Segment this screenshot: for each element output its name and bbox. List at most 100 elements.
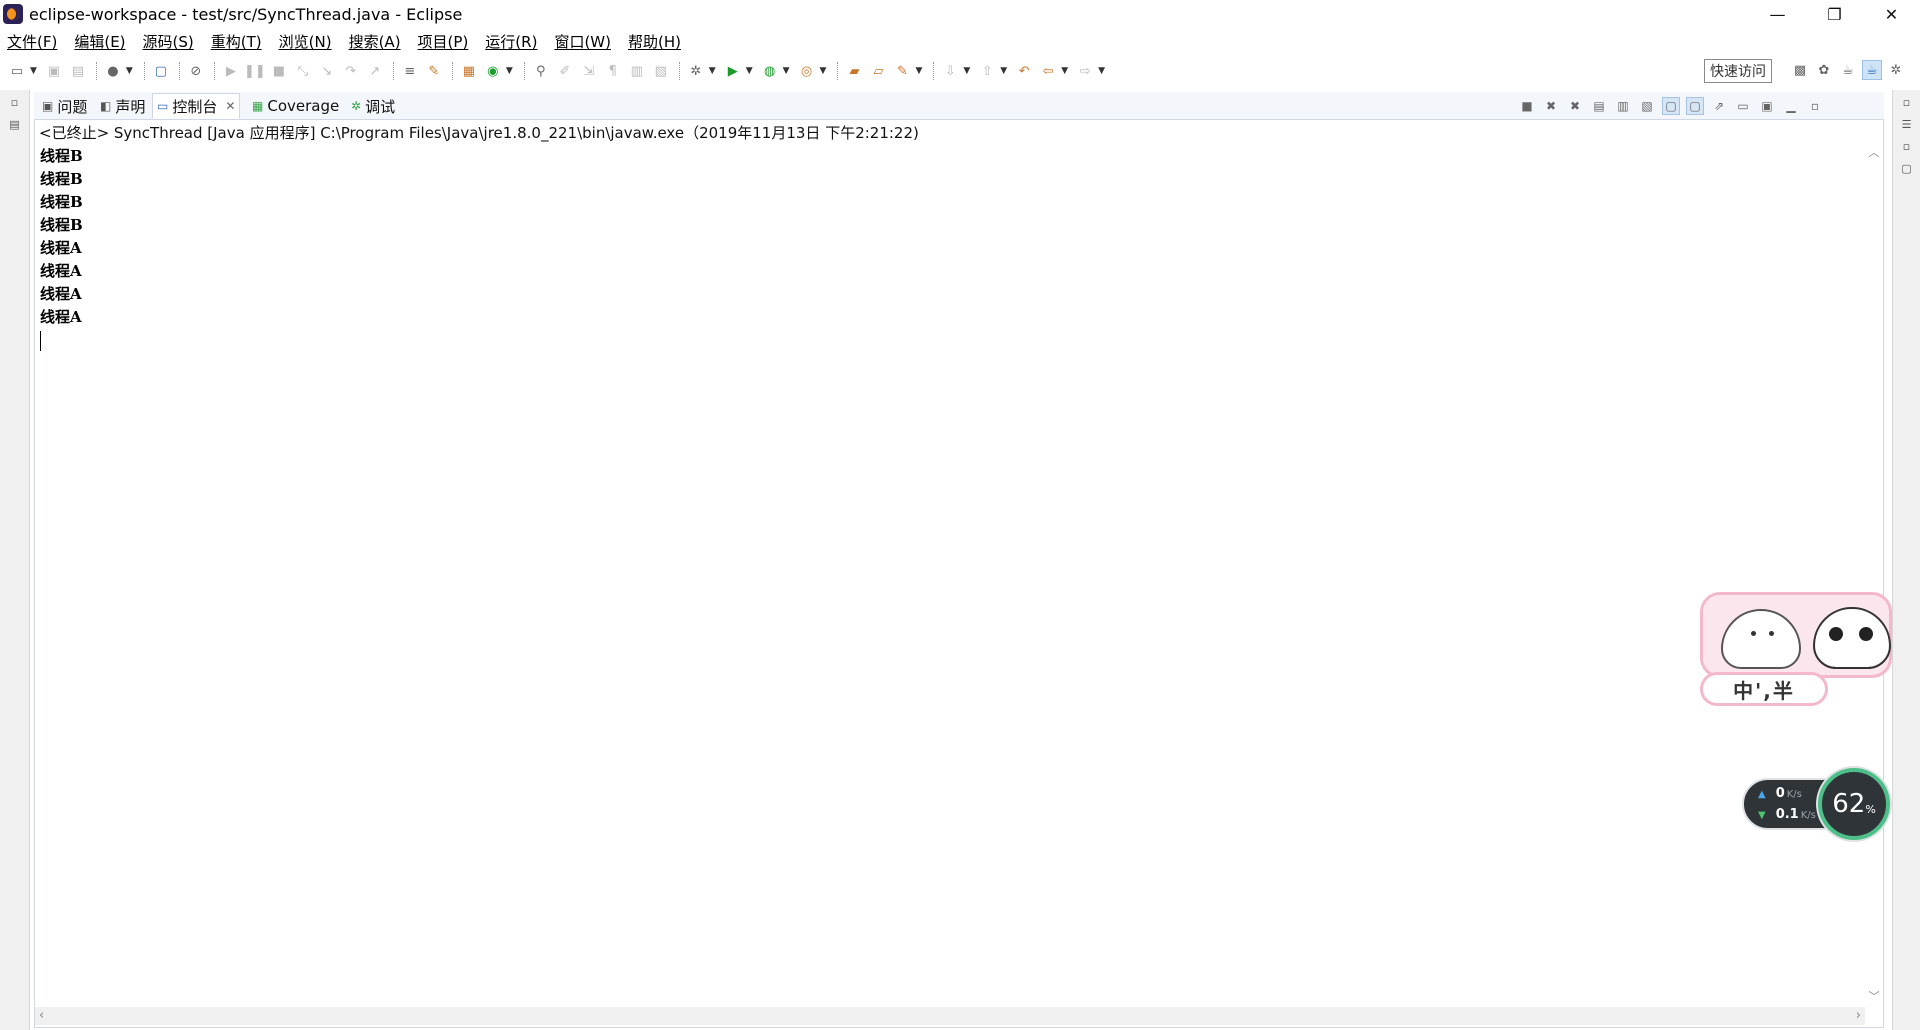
disconnect-icon[interactable]: ⤡	[292, 60, 314, 82]
tab-problems[interactable]: ▣ 问题	[38, 94, 91, 118]
search-dropdown-icon[interactable]: ▼	[915, 66, 922, 76]
tab-console[interactable]: ▭ 控制台 ✕	[152, 93, 241, 119]
debug-dropdown-icon[interactable]: ▼	[709, 66, 716, 76]
open-type-icon[interactable]: ⚲	[530, 60, 552, 82]
scroll-right-icon[interactable]: ›	[1856, 1008, 1861, 1023]
run-dropdown-icon[interactable]: ▼	[746, 66, 753, 76]
new-class-dropdown-icon[interactable]: ▼	[506, 66, 513, 76]
forward-dropdown-icon[interactable]: ▼	[1098, 66, 1105, 76]
resume-icon[interactable]: ▶	[220, 60, 242, 82]
external-tools-dropdown-icon[interactable]: ▼	[820, 66, 827, 76]
profile-icon[interactable]: ●	[102, 60, 124, 82]
menu-file[interactable]: 文件(F)	[0, 31, 66, 52]
suspend-icon[interactable]: ❚❚	[244, 60, 266, 82]
open-folder-icon[interactable]: ▰	[843, 60, 865, 82]
search-icon[interactable]: ✎	[891, 60, 913, 82]
scroll-left-icon[interactable]: ‹	[39, 1008, 44, 1023]
last-edit-location-icon[interactable]: ↶	[1013, 60, 1035, 82]
step-into-icon[interactable]: ↘	[316, 60, 338, 82]
external-tools-icon[interactable]: ◎	[796, 60, 818, 82]
restore-task-view-icon[interactable]: ▫	[1899, 140, 1915, 156]
block-selection-icon[interactable]: ▥	[626, 60, 648, 82]
network-monitor-widget[interactable]: ▲ 0 K/s ▼ 0.1 K/s 62%	[1742, 768, 1890, 844]
maximize-view-icon[interactable]: ▫	[1806, 97, 1824, 115]
menu-window[interactable]: 窗口(W)	[546, 31, 620, 52]
java-ee-perspective-icon[interactable]: ✿	[1814, 60, 1834, 80]
quick-access-field[interactable]: 快速访问	[1704, 59, 1772, 83]
pin-console-icon[interactable]: ⇗	[1710, 97, 1728, 115]
show-on-stdout-icon[interactable]: ▢	[1662, 97, 1680, 115]
java-active-perspective-icon[interactable]: ☕	[1862, 60, 1882, 80]
close-button[interactable]: ✕	[1863, 0, 1920, 28]
back-dropdown-icon[interactable]: ▼	[1061, 66, 1068, 76]
terminate-console-icon[interactable]: ■	[1518, 97, 1536, 115]
run-icon[interactable]: ▶	[722, 60, 744, 82]
horizontal-scrollbar[interactable]: ‹ ›	[35, 1007, 1865, 1025]
outline-icon[interactable]: ☰	[1899, 118, 1915, 134]
vertical-scrollbar[interactable]: ︿ ﹀	[1865, 144, 1883, 1004]
console-output[interactable]: 线程B 线程B 线程B 线程B 线程A 线程A 线程A 线程A	[40, 145, 83, 351]
profile-dropdown-icon[interactable]: ▼	[126, 66, 133, 76]
scroll-lock-icon[interactable]: ▥	[1614, 97, 1632, 115]
restore-button[interactable]: ❐	[1806, 0, 1863, 28]
open-perspective-icon[interactable]: ▩	[1790, 60, 1810, 80]
next-edit-dropdown-icon[interactable]: ▼	[963, 66, 970, 76]
remove-launch-icon[interactable]: ✖	[1542, 97, 1560, 115]
forward-icon[interactable]: ⇨	[1074, 60, 1096, 82]
skip-breakpoints-icon[interactable]: ⊘	[185, 60, 207, 82]
show-whitespace-icon[interactable]: ¶	[602, 60, 624, 82]
task-list-icon[interactable]: ▢	[1899, 162, 1915, 178]
next-annotation-icon[interactable]: ⇲	[578, 60, 600, 82]
ime-status-widget[interactable]: 中',半	[1700, 592, 1892, 714]
new-java-package-icon[interactable]: ▦	[458, 60, 480, 82]
menu-search[interactable]: 搜索(A)	[341, 31, 410, 52]
minimize-view-icon[interactable]: ▁	[1782, 97, 1800, 115]
back-icon[interactable]: ⇦	[1037, 60, 1059, 82]
menu-run[interactable]: 运行(R)	[477, 31, 546, 52]
menu-navigate[interactable]: 浏览(N)	[271, 31, 341, 52]
scroll-up-icon[interactable]: ︿	[1865, 144, 1883, 160]
show-source-icon[interactable]: ▧	[650, 60, 672, 82]
use-step-filters-icon[interactable]: ✎	[423, 60, 445, 82]
new-java-class-icon[interactable]: ◉	[482, 60, 504, 82]
step-over-icon[interactable]: ↷	[340, 60, 362, 82]
clear-console-icon[interactable]: ▤	[1590, 97, 1608, 115]
new-dropdown-icon[interactable]: ▼	[30, 66, 37, 76]
menu-help[interactable]: 帮助(H)	[620, 31, 690, 52]
remove-all-terminated-icon[interactable]: ✖	[1566, 97, 1584, 115]
tab-coverage[interactable]: ▦ Coverage	[248, 94, 343, 118]
new-icon[interactable]: ▭	[6, 60, 28, 82]
open-task-icon[interactable]: ▱	[867, 60, 889, 82]
coverage-icon[interactable]: ◍	[759, 60, 781, 82]
menu-source[interactable]: 源码(S)	[135, 31, 203, 52]
drop-to-frame-icon[interactable]: ≡	[399, 60, 421, 82]
terminate-icon[interactable]: ■	[268, 60, 290, 82]
toggle-mark-icon[interactable]: ✐	[554, 60, 576, 82]
word-wrap-icon[interactable]: ▧	[1638, 97, 1656, 115]
debug-perspective-icon[interactable]: ✲	[1886, 60, 1906, 80]
package-explorer-icon[interactable]: ▤	[7, 118, 23, 134]
debug-icon[interactable]: ✲	[685, 60, 707, 82]
restore-right-view-icon[interactable]: ▫	[1899, 96, 1915, 112]
step-return-icon[interactable]: ↗	[364, 60, 386, 82]
java-perspective-icon[interactable]: ☕	[1838, 60, 1858, 80]
coverage-dropdown-icon[interactable]: ▼	[783, 66, 790, 76]
menu-refactor[interactable]: 重构(T)	[203, 31, 271, 52]
minimize-button[interactable]: —	[1749, 0, 1806, 28]
open-console-icon[interactable]: ▣	[1758, 97, 1776, 115]
next-edit-icon[interactable]: ⇩	[939, 60, 961, 82]
previous-edit-icon[interactable]: ⇧	[976, 60, 998, 82]
save-all-icon[interactable]: ▤	[67, 60, 89, 82]
menu-edit[interactable]: 编辑(E)	[66, 31, 134, 52]
display-console-icon[interactable]: ▭	[1734, 97, 1752, 115]
terminal-icon[interactable]: ▢	[150, 60, 172, 82]
restore-view-icon[interactable]: ▫	[7, 96, 23, 112]
close-icon[interactable]: ✕	[225, 99, 235, 113]
memory-usage-ring[interactable]: 62%	[1818, 768, 1890, 840]
previous-edit-dropdown-icon[interactable]: ▼	[1000, 66, 1007, 76]
scroll-down-icon[interactable]: ﹀	[1865, 988, 1883, 1004]
save-icon[interactable]: ▣	[43, 60, 65, 82]
show-on-stderr-icon[interactable]: ▢	[1686, 97, 1704, 115]
menu-project[interactable]: 项目(P)	[410, 31, 478, 52]
ime-mode-indicator[interactable]: 中',半	[1700, 672, 1828, 706]
